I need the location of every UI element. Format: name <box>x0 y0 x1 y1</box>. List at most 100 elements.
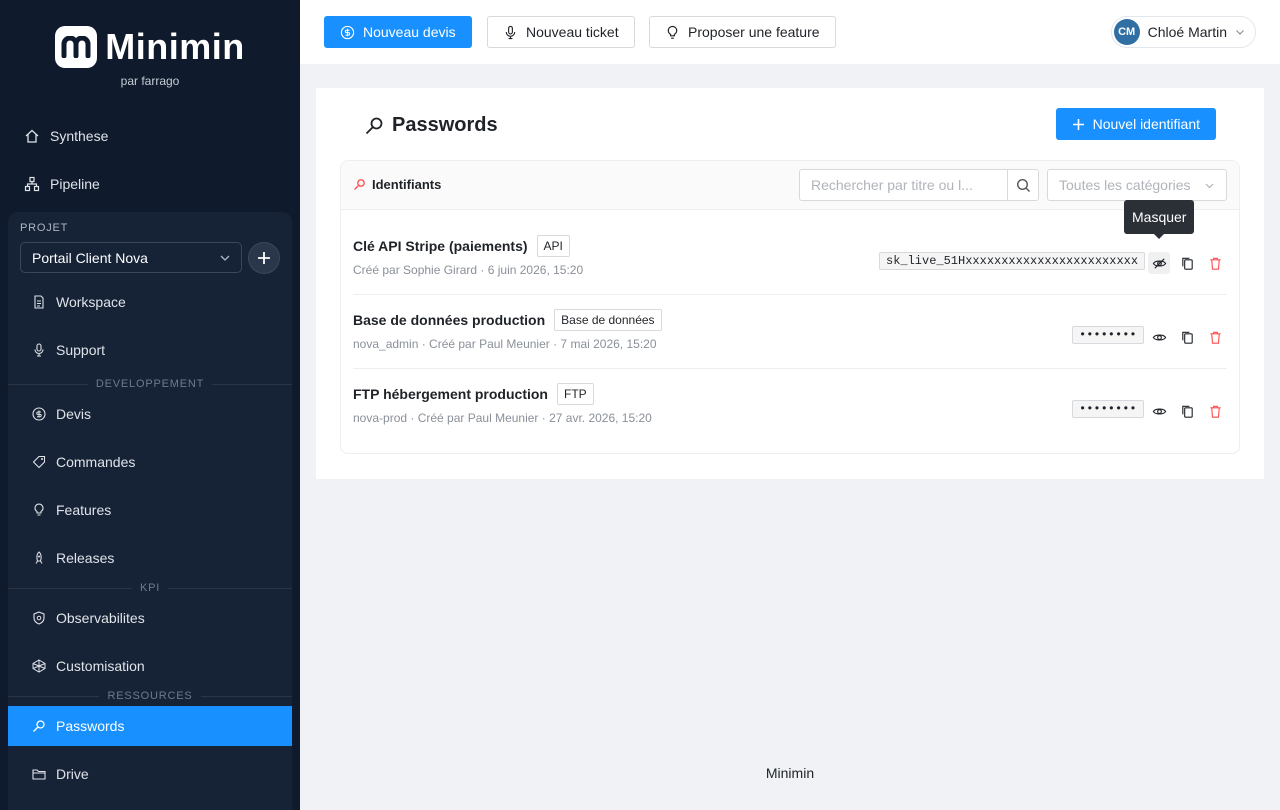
delete-button[interactable] <box>1204 252 1226 274</box>
new-ticket-label: Nouveau ticket <box>526 24 619 40</box>
show-button[interactable] <box>1148 326 1170 348</box>
category-tag: FTP <box>556 383 594 405</box>
project-label: PROJET <box>20 222 69 234</box>
add-project-button[interactable] <box>248 242 280 274</box>
show-button[interactable] <box>1148 400 1170 422</box>
card-title-text: Identifiants <box>372 177 442 192</box>
nav-item-support[interactable]: Support <box>8 330 292 370</box>
chevron-down-icon <box>220 255 230 261</box>
nav-label: Observabilites <box>56 610 145 626</box>
category-tag: API <box>536 235 570 257</box>
bulb-icon <box>34 503 44 516</box>
trash-icon <box>1209 331 1221 344</box>
credential-row: Base de données production Base de donné… <box>353 291 1227 365</box>
chevron-down-icon <box>1236 30 1244 35</box>
search-icon <box>1016 178 1030 192</box>
nav-item-pipeline[interactable]: Pipeline <box>8 164 292 204</box>
new-quote-label: Nouveau devis <box>363 24 456 40</box>
credential-title: Clé API Stripe (paiements) API <box>353 235 570 257</box>
trash-icon <box>1209 257 1221 270</box>
microphone-icon <box>34 343 44 357</box>
card-title: Identifiants <box>353 177 441 192</box>
home-icon <box>25 129 39 143</box>
new-credential-button[interactable]: Nouvel identifiant <box>1055 108 1216 140</box>
credential-meta: Créé par Sophie Girard · 6 juin 2026, 15… <box>353 263 584 277</box>
page-title-text: Passwords <box>392 114 498 136</box>
delete-button[interactable] <box>1204 326 1226 348</box>
nav-label: Commandes <box>56 454 136 470</box>
sidebar: Minimin par farrago Synthese Pipeline PR… <box>0 0 300 810</box>
new-credential-label: Nouvel identifiant <box>1092 116 1200 132</box>
nav-item-drive[interactable]: Drive <box>8 754 292 794</box>
propose-feature-button[interactable]: Proposer une feature <box>649 16 836 48</box>
page-title: Passwords <box>364 114 498 137</box>
plus-icon <box>1072 118 1084 130</box>
copy-button[interactable] <box>1176 400 1198 422</box>
secret-value[interactable]: sk_live_51Hxxxxxxxxxxxxxxxxxxxxxxxx <box>879 252 1146 270</box>
nav-label: Features <box>56 502 112 518</box>
category-tag: Base de données <box>554 309 662 331</box>
bulb-icon <box>667 25 678 39</box>
plus-icon <box>258 252 270 264</box>
nav-label: Devis <box>56 406 92 422</box>
footer: Minimin <box>765 765 815 781</box>
main-content: Passwords Nouvel identifiant Identifiant… <box>316 88 1264 479</box>
user-menu[interactable]: CM Chloé Martin <box>1110 16 1256 48</box>
new-ticket-button[interactable]: Nouveau ticket <box>487 16 635 48</box>
trash-icon <box>1209 405 1221 418</box>
code-icon <box>32 659 46 673</box>
credentials-card-header: Identifiants Toutes les catégories <box>341 161 1239 210</box>
topbar: Nouveau devis Nouveau ticket Proposer un… <box>300 0 1280 64</box>
brand-subtitle: par farrago <box>120 74 180 88</box>
category-select[interactable]: Toutes les catégories <box>1047 169 1227 201</box>
project-select[interactable]: Portail Client Nova <box>20 242 242 273</box>
copy-button[interactable] <box>1176 326 1198 348</box>
brand-name[interactable]: Minimin <box>105 26 244 68</box>
nav-label: Drive <box>56 766 89 782</box>
pipeline-icon <box>24 176 40 192</box>
microphone-icon <box>505 25 516 39</box>
nav-label: Passwords <box>56 718 125 734</box>
credentials-card: Identifiants Toutes les catégories Clé A… <box>340 160 1240 454</box>
eye-slash-icon <box>1152 257 1166 269</box>
brand: Minimin par farrago <box>0 26 300 88</box>
new-quote-button[interactable]: Nouveau devis <box>324 16 472 48</box>
credential-title: FTP hébergement production FTP <box>353 383 594 405</box>
tag-icon <box>32 455 46 469</box>
project-panel: PROJET Portail Client Nova Workspace Sup… <box>8 212 292 810</box>
nav-item-workspace[interactable]: Workspace <box>8 282 292 322</box>
category-select-placeholder: Toutes les catégories <box>1059 177 1191 193</box>
delete-button[interactable] <box>1204 400 1226 422</box>
minimin-logo-icon[interactable] <box>55 26 98 68</box>
search-input[interactable] <box>799 169 1007 201</box>
credential-row: Clé API Stripe (paiements) API Créé par … <box>353 217 1227 291</box>
user-name: Chloé Martin <box>1147 24 1227 40</box>
search-button[interactable] <box>1007 169 1039 201</box>
copy-icon <box>1181 257 1193 270</box>
key-icon <box>365 117 383 134</box>
hide-button[interactable] <box>1148 252 1170 274</box>
folder-icon <box>32 769 46 780</box>
nav-item-devis[interactable]: Devis <box>8 394 292 434</box>
section-ressources: RESSOURCES <box>8 689 292 703</box>
secret-value[interactable]: •••••••• <box>1072 400 1144 418</box>
nav-item-observabilites[interactable]: Observabilites <box>8 598 292 638</box>
credential-row: FTP hébergement production FTP nova-prod… <box>353 365 1227 439</box>
avatar: CM <box>1113 19 1140 45</box>
copy-button[interactable] <box>1176 252 1198 274</box>
secret-value[interactable]: •••••••• <box>1072 326 1144 344</box>
eye-icon <box>1152 333 1166 341</box>
section-kpi: KPI <box>8 581 292 595</box>
nav-item-passwords[interactable]: Passwords <box>8 706 292 746</box>
nav-item-customisation[interactable]: Customisation <box>8 646 292 686</box>
project-select-value: Portail Client Nova <box>32 249 148 266</box>
nav-label: Synthese <box>50 128 109 144</box>
nav-label: Pipeline <box>50 176 100 192</box>
key-icon <box>354 179 365 190</box>
nav-item-commandes[interactable]: Commandes <box>8 442 292 482</box>
nav-item-synthese[interactable]: Synthese <box>8 116 292 156</box>
hide-tooltip: Masquer <box>1124 200 1195 239</box>
nav-item-features[interactable]: Features <box>8 490 292 530</box>
credential-title: Base de données production Base de donné… <box>353 309 662 331</box>
nav-item-releases[interactable]: Releases <box>8 538 292 578</box>
